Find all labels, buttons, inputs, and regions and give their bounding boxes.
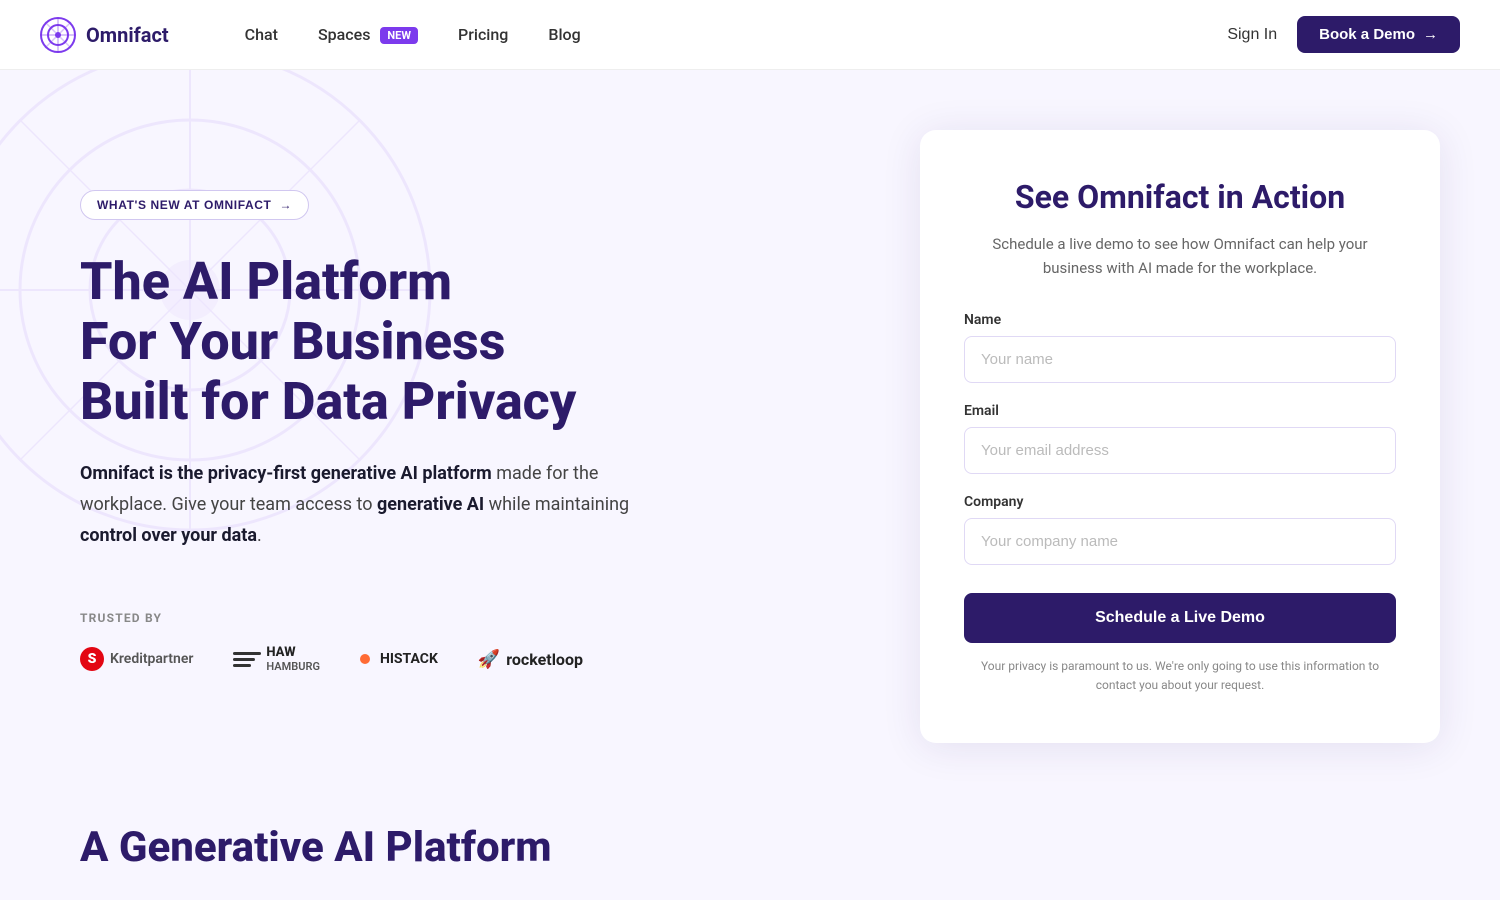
logo[interactable]: Omnifact	[40, 17, 169, 53]
demo-form-card: See Omnifact in Action Schedule a live d…	[920, 130, 1440, 743]
trusted-section: TRUSTED BY S Kreditpartner HAW H	[80, 611, 880, 673]
omnifact-logo-icon	[40, 17, 76, 53]
kreditpartner-logo: S Kreditpartner	[80, 647, 193, 671]
email-input[interactable]	[964, 427, 1396, 474]
sign-in-button[interactable]: Sign In	[1227, 26, 1277, 44]
logo-label: Omnifact	[86, 23, 169, 47]
nav-blog[interactable]: Blog	[532, 17, 596, 52]
email-field-group: Email	[964, 403, 1396, 474]
hero-subtitle: Omnifact is the privacy-first generative…	[80, 459, 640, 551]
form-subtitle: Schedule a live demo to see how Omnifact…	[964, 232, 1396, 280]
schedule-demo-button[interactable]: Schedule a Live Demo	[964, 593, 1396, 643]
nav-pricing[interactable]: Pricing	[442, 17, 524, 52]
hero-section: WHAT'S NEW AT OMNIFACT → The AI Platform…	[0, 70, 1500, 783]
histack-logo: HISTACK	[360, 651, 438, 667]
arrow-right-icon: →	[279, 198, 292, 212]
hero-left: WHAT'S NEW AT OMNIFACT → The AI Platform…	[80, 130, 880, 673]
name-field-group: Name	[964, 312, 1396, 383]
trusted-label: TRUSTED BY	[80, 611, 880, 625]
rocket-icon: 🚀	[478, 649, 500, 670]
company-field-group: Company	[964, 494, 1396, 565]
hero-title: The AI Platform For Your Business Built …	[80, 252, 880, 431]
trusted-logos: S Kreditpartner HAW HAMBURG	[80, 645, 880, 673]
haw-lines-icon	[233, 652, 261, 667]
name-input[interactable]	[964, 336, 1396, 383]
whats-new-button[interactable]: WHAT'S NEW AT OMNIFACT →	[80, 190, 309, 220]
spaces-new-badge: NEW	[380, 27, 418, 44]
form-title: See Omnifact in Action	[964, 178, 1396, 216]
hero-right: See Omnifact in Action Schedule a live d…	[920, 130, 1440, 743]
company-input[interactable]	[964, 518, 1396, 565]
histack-dot-icon	[360, 654, 370, 664]
haw-hamburg-logo: HAW HAMBURG	[233, 645, 320, 673]
whats-new-label: WHAT'S NEW AT OMNIFACT	[97, 198, 271, 212]
arrow-right-icon: →	[1423, 26, 1438, 43]
bottom-section: A Generative AI Platform	[0, 783, 1500, 892]
rocketloop-logo: 🚀 rocketloop	[478, 649, 583, 670]
nav-spaces[interactable]: Spaces NEW	[302, 17, 434, 52]
company-label: Company	[964, 494, 1396, 510]
name-label: Name	[964, 312, 1396, 328]
privacy-text: Your privacy is paramount to us. We're o…	[964, 657, 1396, 695]
navigation: Omnifact Chat Spaces NEW Pricing Blog Si…	[0, 0, 1500, 70]
sparkasse-icon: S	[80, 647, 104, 671]
bottom-title: A Generative AI Platform	[80, 823, 1420, 872]
book-demo-button[interactable]: Book a Demo →	[1297, 16, 1460, 53]
email-label: Email	[964, 403, 1396, 419]
nav-chat[interactable]: Chat	[229, 17, 294, 52]
nav-links: Chat Spaces NEW Pricing Blog	[229, 17, 1228, 52]
nav-right: Sign In Book a Demo →	[1227, 16, 1460, 53]
